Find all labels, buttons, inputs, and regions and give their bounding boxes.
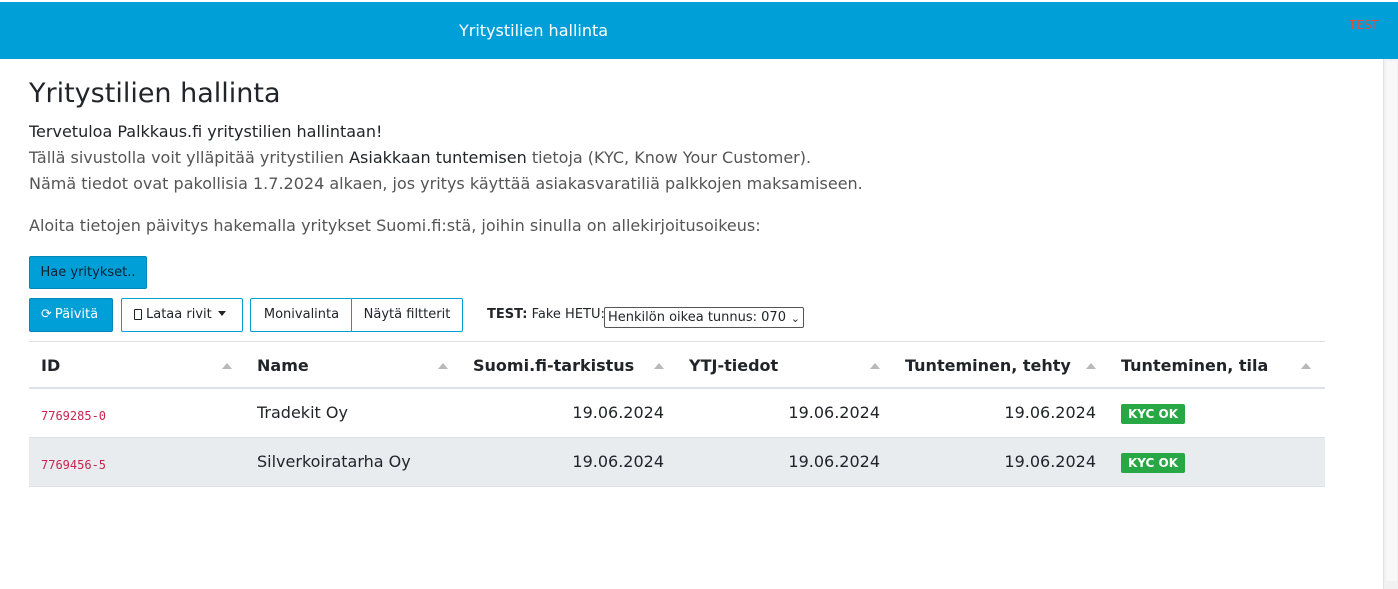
sort-up-icon[interactable] (1301, 363, 1311, 369)
kyc-emphasis: Asiakkaan tuntemisen (349, 148, 527, 167)
suomifi-check-date: 19.06.2024 (572, 403, 664, 422)
suomifi-check-date: 19.06.2024 (572, 452, 664, 471)
sort-up-icon[interactable] (870, 363, 880, 369)
intro-text: Tällä sivustolla voit ylläpitää yritysti… (29, 149, 811, 167)
company-name: Silverkoiratarha Oy (257, 452, 411, 471)
top-bar: Yritystilien hallinta TEST (0, 2, 1398, 59)
mandatory-info-text: Nämä tiedot ovat pakollisia 1.7.2024 alk… (29, 174, 863, 193)
vertical-scrollbar[interactable] (1383, 59, 1398, 589)
column-header-kyc-status[interactable]: Tunteminen, tila (1121, 357, 1268, 375)
kyc-done-date: 19.06.2024 (1004, 403, 1096, 422)
column-header-suomifi[interactable]: Suomi.fi-tarkistus (473, 357, 634, 375)
ytj-date: 19.06.2024 (788, 452, 880, 471)
sort-up-icon[interactable] (1086, 363, 1096, 369)
column-header-kyc-done[interactable]: Tunteminen, tehty (905, 357, 1071, 375)
sort-up-icon[interactable] (654, 363, 664, 369)
company-id-link[interactable]: 7769285-0 (41, 407, 106, 425)
ytj-date: 19.06.2024 (788, 403, 880, 422)
welcome-text: Tervetuloa Palkkaus.fi yritystilien hall… (29, 122, 383, 141)
refresh-icon: ⟳ (41, 307, 52, 322)
company-id-link[interactable]: 7769456-5 (41, 456, 106, 474)
column-header-name[interactable]: Name (257, 357, 309, 375)
start-instructions-text: Aloita tietojen päivitys hakemalla yrity… (29, 216, 761, 235)
page: Yritystilien hallinta TEST Yritystilien … (0, 0, 1398, 589)
chevron-down-icon: ⌄ (790, 312, 800, 325)
column-header-id[interactable]: ID (41, 357, 60, 375)
refresh-button[interactable]: ⟳ Päivitä (29, 298, 113, 332)
file-icon (134, 309, 142, 320)
download-rows-button[interactable]: Lataa rivit (121, 298, 243, 332)
fake-hetu-test-prefix: TEST: (487, 307, 528, 322)
show-filters-button[interactable]: Näytä filtterit (351, 298, 463, 332)
table-row[interactable]: 7769456-5 Silverkoiratarha Oy 19.06.2024… (29, 438, 1325, 487)
kyc-status-badge: KYC OK (1121, 453, 1186, 473)
column-header-ytj[interactable]: YTJ-tiedot (689, 357, 778, 375)
table-row[interactable]: 7769285-0 Tradekit Oy 19.06.2024 19.06.2… (29, 389, 1325, 438)
multiselect-button[interactable]: Monivalinta (250, 298, 352, 332)
company-name: Tradekit Oy (257, 403, 348, 422)
page-title: Yritystilien hallinta (29, 78, 281, 109)
scrollbar-thumb[interactable] (1386, 61, 1397, 581)
test-environment-label: TEST (1349, 18, 1379, 32)
fake-hetu-select[interactable]: Henkilön oikea tunnus: 070 ⌄ (604, 307, 804, 328)
intro-text-start: Tällä sivustolla voit ylläpitää yritysti… (29, 148, 350, 167)
fake-hetu-text: Fake HETU: (531, 307, 605, 322)
kyc-status-badge: KYC OK (1121, 404, 1186, 424)
intro-text-end: tietoja (KYC, Know Your Customer). (526, 148, 812, 167)
caret-down-icon (217, 311, 226, 316)
sort-up-icon[interactable] (222, 363, 232, 369)
table-header: ID Name Suomi.fi-tarkistus YTJ-tiedot Tu… (29, 341, 1325, 389)
refresh-button-label: Päivitä (54, 307, 99, 322)
sort-up-icon[interactable] (438, 363, 448, 369)
kyc-done-date: 19.06.2024 (1004, 452, 1096, 471)
app-title: Yritystilien hallinta (459, 21, 609, 40)
fetch-companies-button[interactable]: Hae yritykset.. (29, 256, 147, 289)
download-rows-label: Lataa rivit (146, 307, 212, 322)
fake-hetu-selected-value: Henkilön oikea tunnus: 070 (608, 310, 786, 325)
fake-hetu-label: TEST: Fake HETU: (487, 307, 605, 323)
